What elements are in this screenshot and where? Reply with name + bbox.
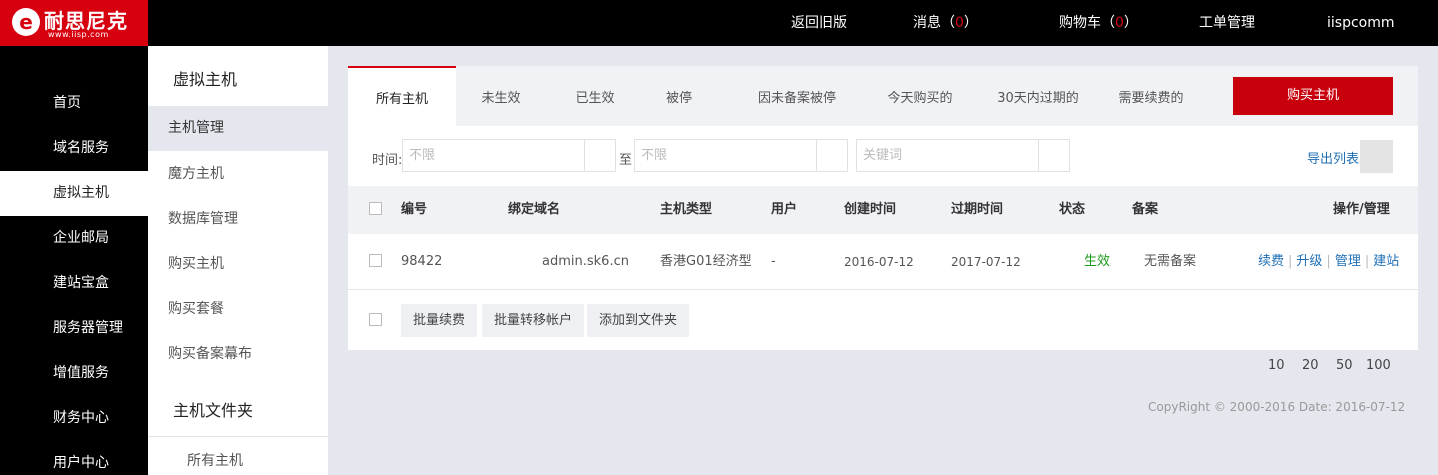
main-sidebar: 首页 域名服务 虚拟主机 企业邮局 建站宝盒 服务器管理 增值服务 财务中心 用… [0, 46, 148, 475]
date-from-picker-button[interactable] [584, 139, 616, 172]
col-user: 用户 [771, 202, 798, 217]
messages-link[interactable]: 消息（0） [913, 0, 978, 46]
row-status: 生效 [1084, 254, 1111, 269]
keyword-input[interactable]: 关键词 [856, 139, 1040, 172]
sidebar-item-domain[interactable]: 域名服务 [0, 126, 148, 171]
batch-select-checkbox[interactable] [369, 313, 382, 326]
pagination: 10 20 50 100 [348, 350, 1418, 381]
col-domain: 绑定域名 [508, 202, 561, 217]
messages-label: 消息（ [913, 15, 955, 31]
tab-bought-today[interactable]: 今天购买的 [870, 66, 970, 126]
col-record: 备案 [1132, 202, 1159, 217]
row-actions: 续费 | 升级 | 管理 | 建站 [1258, 234, 1399, 290]
build-site-link[interactable]: 建站 [1373, 254, 1399, 269]
host-list-panel: 所有主机 未生效 已生效 被停 因未备案被停 今天购买的 30天内过期的 需要续… [348, 66, 1418, 381]
folder-item-all-hosts[interactable]: 所有主机 [148, 439, 328, 475]
logo-url: www.iisp.com [48, 30, 109, 39]
top-bar: e 耐思尼克 www.iisp.com 返回旧版 消息（0） 购物车（0） 工单… [0, 0, 1438, 46]
upgrade-link[interactable]: 升级 [1296, 254, 1322, 269]
col-expires: 过期时间 [951, 202, 1004, 217]
sidebar-item-value-added[interactable]: 增值服务 [0, 351, 148, 396]
sidebar-item-finance[interactable]: 财务中心 [0, 396, 148, 441]
col-actions: 操作/管理 [1333, 202, 1390, 217]
row-record: 无需备案 [1144, 254, 1197, 269]
row-host-type: 香港G01经济型 [660, 254, 752, 269]
sub-item-database[interactable]: 数据库管理 [148, 197, 328, 242]
date-to-picker-button[interactable] [816, 139, 848, 172]
col-created: 创建时间 [844, 202, 897, 217]
cart-label: 购物车（ [1059, 15, 1115, 31]
sidebar-item-site-builder[interactable]: 建站宝盒 [0, 261, 148, 306]
manage-link[interactable]: 管理 [1335, 254, 1361, 269]
renew-link[interactable]: 续费 [1258, 254, 1284, 269]
tab-suspended-no-record[interactable]: 因未备案被停 [742, 66, 852, 126]
logo[interactable]: e 耐思尼克 www.iisp.com [0, 0, 148, 46]
messages-count: 0 [955, 15, 964, 31]
col-id: 编号 [401, 202, 428, 217]
back-to-old-version-link[interactable]: 返回旧版 [791, 0, 847, 46]
tab-bar: 所有主机 未生效 已生效 被停 因未备案被停 今天购买的 30天内过期的 需要续… [348, 66, 1418, 126]
date-from-input[interactable]: 不限 [402, 139, 586, 172]
ticket-management-link[interactable]: 工单管理 [1199, 0, 1255, 46]
sidebar-item-home[interactable]: 首页 [0, 81, 148, 126]
export-list-link[interactable]: 导出列表 [1307, 148, 1359, 167]
messages-close: ） [963, 15, 978, 31]
batch-transfer-button[interactable]: 批量转移帐户 [482, 304, 585, 337]
sidebar-item-mail[interactable]: 企业邮局 [0, 216, 148, 261]
sidebar-item-server[interactable]: 服务器管理 [0, 306, 148, 351]
logo-e-icon: e [12, 8, 40, 36]
search-button[interactable] [1038, 139, 1070, 172]
row-domain[interactable]: admin.sk6.cn [542, 234, 629, 290]
username-link[interactable]: iispcomm [1327, 0, 1395, 46]
batch-renew-button[interactable]: 批量续费 [401, 304, 478, 337]
row-expires: 2017-07-12 [951, 255, 1021, 269]
tab-need-renewal[interactable]: 需要续费的 [1116, 66, 1186, 126]
copyright-footer: CopyRight © 2000-2016 Date: 2016-07-12 [1148, 400, 1406, 414]
row-id: 98422 [401, 254, 443, 269]
row-user: - [771, 254, 776, 269]
sidebar-item-virtual-host[interactable]: 虚拟主机 [0, 171, 148, 216]
time-label: 时间: [372, 153, 403, 168]
folder-title: 主机文件夹 [173, 401, 254, 420]
page-size-50[interactable]: 50 [1336, 350, 1353, 381]
tab-expiring-30-days[interactable]: 30天内过期的 [988, 66, 1088, 126]
row-created: 2016-07-12 [844, 255, 914, 269]
page-size-100[interactable]: 100 [1366, 350, 1391, 381]
add-to-folder-button[interactable]: 添加到文件夹 [587, 304, 690, 337]
table-header: 编号 绑定域名 主机类型 用户 创建时间 过期时间 状态 备案 操作/管理 [348, 186, 1418, 234]
sub-sidebar: 虚拟主机 主机管理 魔方主机 数据库管理 购买主机 购买套餐 购买备案幕布 主机… [148, 46, 328, 475]
to-label: 至 [619, 153, 633, 168]
tab-suspended[interactable]: 被停 [654, 66, 704, 126]
row-checkbox[interactable] [369, 254, 382, 267]
cart-count: 0 [1115, 15, 1124, 31]
date-to-input[interactable]: 不限 [634, 139, 818, 172]
sub-item-buy-backdrop[interactable]: 购买备案幕布 [148, 332, 328, 377]
cart-link[interactable]: 购物车（0） [1059, 0, 1138, 46]
sidebar-item-user[interactable]: 用户中心 [0, 441, 148, 475]
page-size-10[interactable]: 10 [1268, 350, 1285, 381]
page-size-20[interactable]: 20 [1302, 350, 1319, 381]
action-separator: | [1288, 254, 1293, 269]
table-row: 98422 admin.sk6.cn 香港G01经济型 - 2016-07-12… [348, 234, 1418, 290]
tab-all-hosts[interactable]: 所有主机 [348, 66, 456, 126]
sub-sidebar-title: 虚拟主机 [173, 70, 238, 89]
export-icon[interactable] [1360, 140, 1393, 173]
col-host-type: 主机类型 [660, 202, 713, 217]
folder-divider [148, 436, 328, 437]
sub-item-buy-package[interactable]: 购买套餐 [148, 287, 328, 332]
cart-close: ） [1123, 15, 1138, 31]
sub-item-cube-host[interactable]: 魔方主机 [148, 152, 328, 197]
select-all-checkbox[interactable] [369, 202, 382, 215]
action-separator: | [1326, 254, 1331, 269]
tab-inactive[interactable]: 未生效 [466, 66, 536, 126]
sub-item-buy-host[interactable]: 购买主机 [148, 242, 328, 287]
action-separator: | [1364, 254, 1370, 269]
col-status: 状态 [1059, 202, 1086, 217]
sub-item-host-management[interactable]: 主机管理 [148, 106, 328, 151]
buy-host-button[interactable]: 购买主机 [1233, 77, 1393, 115]
tab-active[interactable]: 已生效 [560, 66, 630, 126]
